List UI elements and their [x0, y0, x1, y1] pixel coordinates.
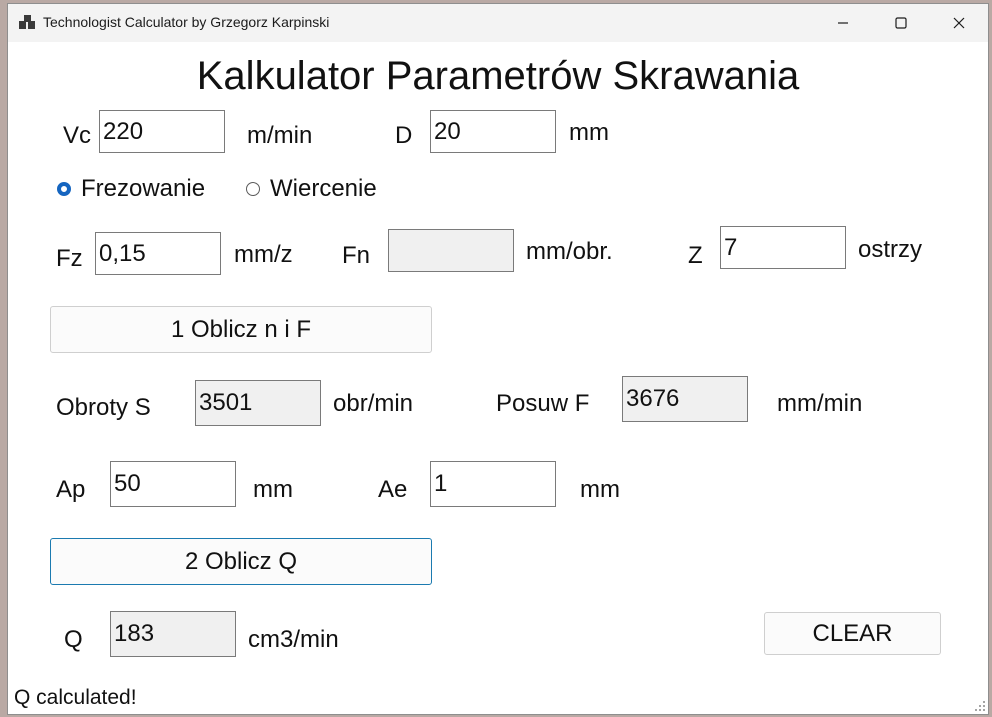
radio-frezowanie[interactable]: Frezowanie [57, 175, 205, 203]
z-unit: ostrzy [858, 236, 923, 263]
z-label: Z [688, 242, 703, 269]
page-title: Kalkulator Parametrów Skrawania [196, 54, 800, 98]
vc-input[interactable] [99, 110, 225, 153]
q-label: Q [64, 626, 83, 653]
speed-output[interactable] [195, 380, 321, 426]
ap-input[interactable] [110, 461, 236, 507]
ap-unit: mm [253, 476, 293, 503]
minimize-icon [838, 22, 848, 24]
ae-input[interactable] [430, 461, 556, 507]
resize-grip-icon[interactable] [974, 700, 986, 712]
maximize-button[interactable] [872, 4, 930, 42]
radio-frezowanie-indicator [57, 182, 71, 196]
window-title: Technologist Calculator by Grzegorz Karp… [43, 14, 330, 30]
speed-unit: obr/min [333, 390, 414, 417]
q-output[interactable] [110, 611, 236, 657]
fz-unit: mm/z [234, 241, 293, 268]
title-bar[interactable]: Technologist Calculator by Grzegorz Karp… [8, 4, 988, 42]
fz-input[interactable] [95, 232, 221, 275]
fz-label: Fz [56, 245, 83, 272]
speed-label: Obroty S [56, 394, 151, 421]
fn-input[interactable] [388, 229, 514, 272]
calc-nf-button[interactable]: 1 Oblicz n i F [50, 306, 432, 353]
ae-label: Ae [378, 476, 408, 503]
feed-label: Posuw F [496, 390, 590, 417]
ae-unit: mm [580, 476, 620, 503]
radio-wiercenie-label: Wiercenie [270, 175, 377, 202]
maximize-icon [895, 17, 907, 29]
fn-unit: mm/obr. [526, 238, 613, 265]
minimize-button[interactable] [814, 4, 872, 42]
status-text: Q calculated! [14, 686, 137, 709]
vc-label: Vc [63, 122, 92, 149]
close-icon [953, 17, 965, 29]
radio-wiercenie-indicator [246, 182, 260, 196]
close-button[interactable] [930, 4, 988, 42]
feed-unit: mm/min [777, 390, 863, 417]
radio-frezowanie-label: Frezowanie [81, 175, 206, 202]
d-unit: mm [569, 119, 609, 146]
feed-output[interactable] [622, 376, 748, 422]
d-label: D [395, 122, 413, 149]
radio-wiercenie[interactable]: Wiercenie [246, 175, 377, 203]
clear-button[interactable]: CLEAR [764, 612, 941, 655]
q-unit: cm3/min [248, 626, 339, 653]
fn-label: Fn [342, 242, 371, 269]
window-icon [19, 15, 35, 29]
z-input[interactable] [720, 226, 846, 269]
d-input[interactable] [430, 110, 556, 153]
ap-label: Ap [56, 476, 86, 503]
vc-unit: m/min [247, 122, 313, 149]
app-window: Technologist Calculator by Grzegorz Karp… [7, 3, 989, 715]
calc-q-button[interactable]: 2 Oblicz Q [50, 538, 432, 585]
